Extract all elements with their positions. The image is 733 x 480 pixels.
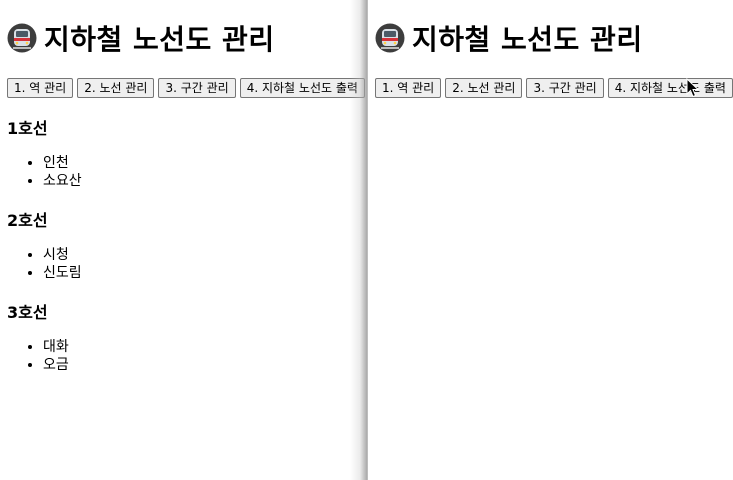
metro-train-icon [375, 23, 405, 53]
page-title: 지하철 노선도 관리 [7, 18, 366, 58]
pane-divider-shadow [350, 0, 368, 480]
station-item: 인천 [43, 154, 366, 172]
line-manage-button[interactable]: 2. 노선 관리 [77, 78, 155, 98]
map-print-button[interactable]: 4. 지하철 노선도 출력 [607, 78, 733, 98]
map-print-button[interactable]: 4. 지하철 노선도 출력 [239, 78, 365, 98]
menu-button-row: 1. 역 관리 2. 노선 관리 3. 구간 관리 4. 지하철 노선도 출력 [375, 78, 733, 98]
station-manage-button[interactable]: 1. 역 관리 [7, 78, 74, 98]
menu-button-row: 1. 역 관리 2. 노선 관리 3. 구간 관리 4. 지하철 노선도 출력 [7, 78, 366, 98]
metro-train-icon [7, 23, 37, 53]
station-list: 인천 소요산 [7, 154, 366, 190]
station-item: 시청 [43, 246, 366, 264]
left-pane: 지하철 노선도 관리 1. 역 관리 2. 노선 관리 3. 구간 관리 4. … [0, 0, 366, 480]
station-item: 소요산 [43, 172, 366, 190]
line-name: 2호선 [7, 211, 48, 230]
station-list: 시청 신도림 [7, 246, 366, 282]
line-block-3: 3호선 대화 오금 [7, 299, 366, 374]
section-manage-button[interactable]: 3. 구간 관리 [526, 78, 604, 98]
line-manage-button[interactable]: 2. 노선 관리 [445, 78, 523, 98]
line-block-2: 2호선 시청 신도림 [7, 207, 366, 282]
station-item: 신도림 [43, 264, 366, 282]
page-title: 지하철 노선도 관리 [375, 18, 733, 58]
mouse-pointer-icon [686, 78, 700, 98]
line-name: 1호선 [7, 119, 48, 138]
page-title-text: 지하철 노선도 관리 [412, 23, 643, 56]
right-pane: 지하철 노선도 관리 1. 역 관리 2. 노선 관리 3. 구간 관리 4. … [368, 0, 733, 480]
section-manage-button[interactable]: 3. 구간 관리 [158, 78, 236, 98]
station-list: 대화 오금 [7, 338, 366, 374]
page-title-text: 지하철 노선도 관리 [44, 23, 275, 56]
station-item: 대화 [43, 338, 366, 356]
line-block-1: 1호선 인천 소요산 [7, 115, 366, 190]
station-manage-button[interactable]: 1. 역 관리 [375, 78, 442, 98]
station-item: 오금 [43, 356, 366, 374]
line-name: 3호선 [7, 303, 48, 322]
